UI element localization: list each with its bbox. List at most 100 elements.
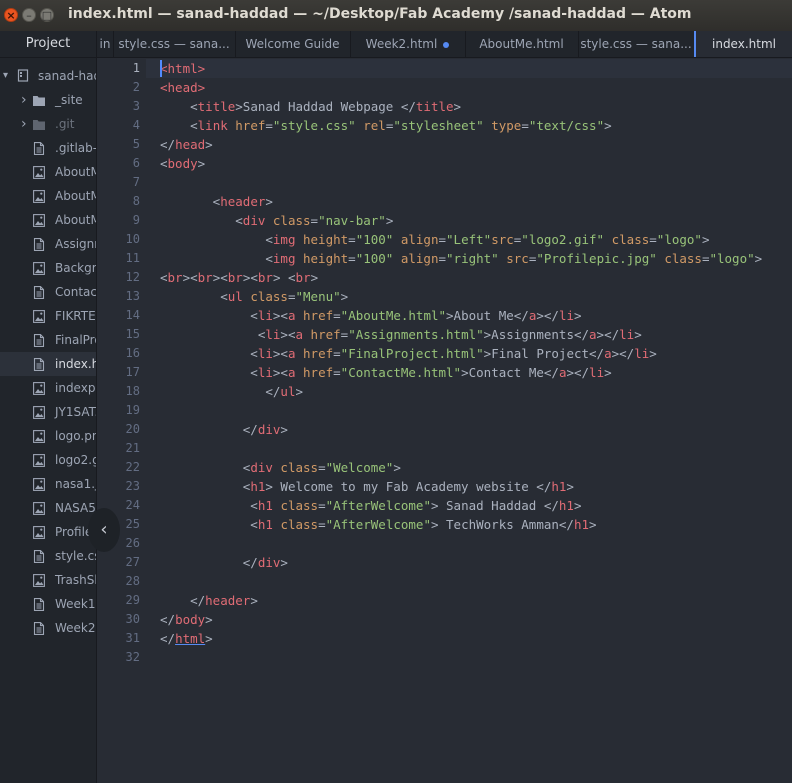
tree-item[interactable]: logo.png	[0, 424, 96, 448]
code-token: class	[664, 251, 702, 266]
tree-item-label: JY1SAT.png	[55, 405, 96, 419]
editor-tab[interactable]: AboutMe.html	[465, 31, 579, 57]
code-token: </	[160, 612, 176, 627]
code-line[interactable]: <header>	[160, 192, 273, 211]
code-token: "100"	[355, 232, 394, 247]
code-line[interactable]: <h1 class="AfterWelcome"> TechWorks Amma…	[160, 515, 596, 534]
tree-item-label: AboutMe.png	[55, 213, 96, 227]
tree-item[interactable]: TrashSketch.jpg	[0, 568, 96, 592]
code-line[interactable]: </body>	[160, 610, 213, 629]
line-number: 9	[132, 213, 140, 227]
code-token: ><	[212, 270, 228, 285]
project-root-folder[interactable]: ▾ sanad-haddad	[0, 65, 96, 87]
line-number: 2	[132, 80, 140, 94]
line-number: 16	[125, 346, 140, 360]
tree-item[interactable]: JY1SAT.png	[0, 400, 96, 424]
tree-item[interactable]: AboutMe.html	[0, 160, 96, 184]
code-line[interactable]: <title>Sanad Haddad Webpage </title>	[160, 97, 461, 116]
image-icon	[33, 166, 45, 179]
code-line[interactable]: <li><a href="Assignments.html">Assignmen…	[160, 325, 642, 344]
code-token: ><	[272, 365, 288, 380]
editor-tab[interactable]: index.html	[694, 31, 792, 57]
project-tree-header[interactable]: Project	[0, 31, 96, 58]
tree-item[interactable]: Profilepic.jpg	[0, 520, 96, 544]
code-line[interactable]: <div class="nav-bar">	[160, 211, 393, 230]
tab-label: style.css — sana...	[580, 37, 692, 51]
code-line[interactable]: <img height="100" align="Left"src="logo2…	[160, 230, 709, 249]
editor-tab[interactable]: in	[97, 31, 114, 57]
tree-item-label: FinalProject.html	[55, 333, 96, 347]
tree-item[interactable]: AboutMe.jpg	[0, 184, 96, 208]
tree-item-label: Week1.html	[55, 597, 96, 611]
code-token: </	[160, 555, 258, 570]
code-line[interactable]: </head>	[160, 135, 213, 154]
tab-label: Week2.html	[365, 37, 438, 51]
editor-tab[interactable]: Welcome Guide	[235, 31, 351, 57]
code-token: ></	[566, 365, 590, 380]
editor-tab[interactable]: style.css — sana...	[578, 31, 695, 57]
maximize-window-button[interactable]: □	[40, 8, 54, 22]
code-line[interactable]: <li><a href="ContactMe.html">Contact Me<…	[160, 363, 611, 382]
editor-tab[interactable]: Week2.html	[350, 31, 466, 57]
code-token: ul	[227, 289, 243, 304]
code-line[interactable]: <body>	[160, 154, 205, 173]
line-number: 11	[125, 251, 140, 265]
code-token: align	[400, 232, 439, 247]
line-number: 26	[125, 536, 140, 550]
tree-item[interactable]: AboutMe.png	[0, 208, 96, 232]
tree-item-label: index.html	[55, 357, 96, 371]
tree-item[interactable]: FIKRTEC.png	[0, 304, 96, 328]
collapse-tree-button[interactable]: ‹	[88, 508, 120, 552]
tree-item[interactable]: nasa1.jpg	[0, 472, 96, 496]
code-line[interactable]: <h1> Welcome to my Fab Academy website <…	[160, 477, 574, 496]
tree-item[interactable]: logo2.gif	[0, 448, 96, 472]
minimize-window-button[interactable]: –	[22, 8, 36, 22]
code-line[interactable]: <html>	[160, 59, 205, 78]
image-icon	[33, 406, 45, 419]
code-token: li	[634, 346, 650, 361]
tree-item[interactable]: FinalProject.html	[0, 328, 96, 352]
tree-item[interactable]: .gitlab-ci.yml	[0, 136, 96, 160]
tree-item-label: FIKRTEC.png	[55, 309, 96, 323]
code-line[interactable]: <li><a href="FinalProject.html">Final Pr…	[160, 344, 657, 363]
code-line[interactable]: </header>	[160, 591, 258, 610]
tree-item[interactable]: › .git	[0, 112, 96, 136]
code-line[interactable]: <head>	[160, 78, 205, 97]
code-line[interactable]: <div class="Welcome">	[160, 458, 401, 477]
code-token: ></	[596, 327, 620, 342]
code-token: href	[303, 308, 334, 323]
editor-tab[interactable]: style.css — sana...	[113, 31, 236, 57]
tree-item[interactable]: style.css	[0, 544, 96, 568]
code-line[interactable]: </div>	[160, 553, 288, 572]
code-line[interactable]: <link href="style.css" rel="stylesheet" …	[160, 116, 612, 135]
code-token: "text/css"	[528, 118, 605, 133]
code-line[interactable]: <img height="100" align="right" src="Pro…	[160, 249, 762, 268]
code-token: >	[265, 194, 273, 209]
code-line[interactable]: <li><a href="AboutMe.html">About Me</a><…	[160, 306, 581, 325]
chevron-right-icon: ›	[21, 116, 27, 132]
code-line[interactable]: </html>	[160, 629, 213, 648]
tree-item[interactable]: Assignments.html	[0, 232, 96, 256]
code-editor[interactable]: <html> <head> <title>Sanad Haddad Webpage…	[160, 59, 792, 783]
code-token: >	[280, 555, 288, 570]
code-line[interactable]: </div>	[160, 420, 288, 439]
tree-item[interactable]: NASA5.jpg	[0, 496, 96, 520]
code-line[interactable]: <h1 class="AfterWelcome"> Sanad Haddad <…	[160, 496, 581, 515]
tree-item[interactable]: Background.jpg	[0, 256, 96, 280]
code-line[interactable]: <ul class="Menu">	[160, 287, 348, 306]
tree-item[interactable]: index.html	[0, 352, 96, 376]
tree-item[interactable]: Week1.html	[0, 592, 96, 616]
code-token: type	[491, 118, 522, 133]
tree-item[interactable]: Week2.html	[0, 616, 96, 640]
close-window-button[interactable]: ×	[4, 8, 18, 22]
code-line[interactable]: </ul>	[160, 382, 303, 401]
tree-item[interactable]: › _site	[0, 88, 96, 112]
code-line[interactable]: <br><br><br><br> <br>	[160, 268, 318, 287]
image-icon	[33, 454, 45, 467]
code-token: "logo"	[709, 251, 755, 266]
tree-item[interactable]: indexpic.jpg	[0, 376, 96, 400]
code-token: li	[257, 365, 273, 380]
code-token: >	[566, 479, 574, 494]
tree-item[interactable]: ContactMe.html	[0, 280, 96, 304]
